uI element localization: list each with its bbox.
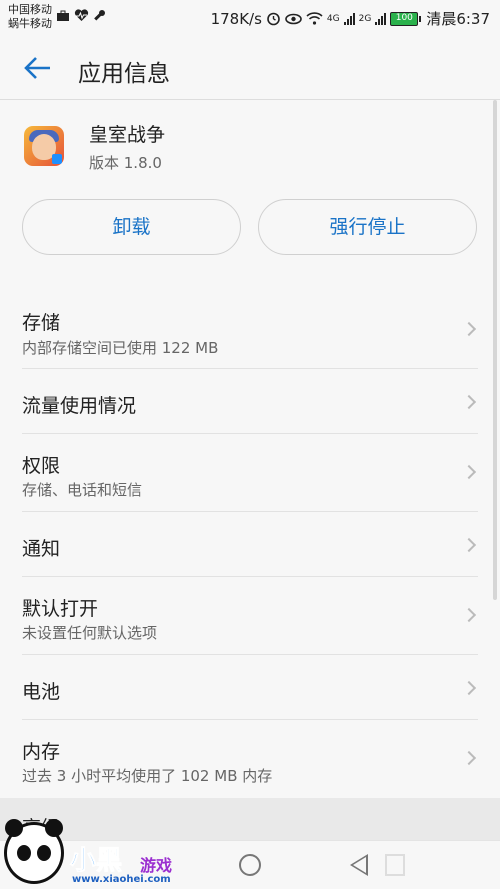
list-item-subtitle: 过去 3 小时平均使用了 102 MB 内存	[22, 767, 273, 785]
chevron-right-icon	[461, 750, 477, 766]
chevron-right-icon	[461, 607, 477, 623]
chevron-right-icon	[461, 680, 477, 696]
uninstall-button[interactable]: 卸载	[22, 199, 241, 255]
list-item-battery[interactable]: 电池	[0, 655, 500, 720]
list-item-label: 通知	[22, 538, 61, 560]
list-item-label: 默认打开	[22, 598, 99, 620]
list-item-label: 权限	[22, 455, 61, 477]
list-item-storage[interactable]: 存储 内部存储空间已使用 122 MB	[0, 290, 500, 369]
signal-1-icon	[343, 12, 355, 25]
app-summary: 皇室战争 版本 1.8.0	[0, 100, 500, 190]
recent-apps-icon[interactable]	[385, 854, 405, 876]
list-item-label: 内存	[22, 741, 61, 763]
arrow-left-icon[interactable]	[22, 52, 54, 84]
force-stop-button[interactable]: 强行停止	[258, 199, 477, 255]
network-type-2: 2G	[358, 13, 372, 24]
list-item-subtitle: 存储、电话和短信	[22, 481, 143, 499]
list-item-memory[interactable]: 内存 过去 3 小时平均使用了 102 MB 内存	[0, 720, 500, 798]
wrench-icon	[94, 10, 105, 21]
carrier-1: 中国移动	[8, 3, 52, 16]
app-name: 皇室战争	[89, 124, 166, 146]
signal-2-icon	[375, 12, 387, 25]
watermark-subtitle: 游戏	[140, 856, 173, 875]
network-speed: 178K/s	[210, 9, 262, 28]
chevron-right-icon	[461, 537, 477, 553]
back-triangle-icon[interactable]	[350, 854, 368, 876]
notification-icons	[56, 9, 106, 22]
eye-icon	[285, 13, 302, 24]
app-icon	[24, 126, 64, 166]
list-item-permissions[interactable]: 权限 存储、电话和短信	[0, 434, 500, 512]
clock: 清晨6:37	[426, 10, 490, 28]
watermark: 小黑 游戏 www.xiaohei.com	[0, 800, 200, 889]
app-version: 版本 1.8.0	[89, 154, 162, 172]
network-type-1: 4G	[326, 13, 340, 24]
page-title: 应用信息	[78, 61, 170, 87]
watermark-url: www.xiaohei.com	[72, 874, 171, 885]
list-item-open-by-default[interactable]: 默认打开 未设置任何默认选项	[0, 577, 500, 655]
battery-icon: 100	[390, 11, 422, 26]
list-item-data-usage[interactable]: 流量使用情况	[0, 369, 500, 434]
list-item-subtitle: 内部存储空间已使用 122 MB	[22, 339, 219, 357]
home-icon[interactable]	[239, 854, 261, 876]
list-item-subtitle: 未设置任何默认选项	[22, 624, 158, 642]
list-item-label: 流量使用情况	[22, 395, 137, 417]
scrollbar[interactable]	[493, 100, 497, 600]
list-item-notifications[interactable]: 通知	[0, 512, 500, 577]
list-item-label: 电池	[22, 681, 61, 703]
heart-pulse-icon	[74, 9, 89, 21]
app-bar: 应用信息	[0, 36, 500, 100]
chevron-right-icon	[461, 464, 477, 480]
carrier-names: 中国移动 蜗牛移动	[8, 3, 52, 31]
wifi-icon	[306, 12, 323, 25]
status-bar: 中国移动 蜗牛移动 178K/s 4G 2G 100 清晨6:37	[0, 0, 500, 36]
chevron-right-icon	[461, 394, 477, 410]
status-right: 178K/s 4G 2G 100 清晨6:37	[211, 8, 490, 29]
alarm-icon	[267, 12, 280, 26]
briefcase-icon	[57, 10, 69, 21]
chevron-right-icon	[461, 321, 477, 337]
watermark-title: 小黑	[69, 846, 123, 877]
panda-logo-icon	[4, 819, 64, 884]
carrier-2: 蜗牛移动	[8, 17, 52, 30]
list-item-label: 存储	[22, 312, 61, 334]
